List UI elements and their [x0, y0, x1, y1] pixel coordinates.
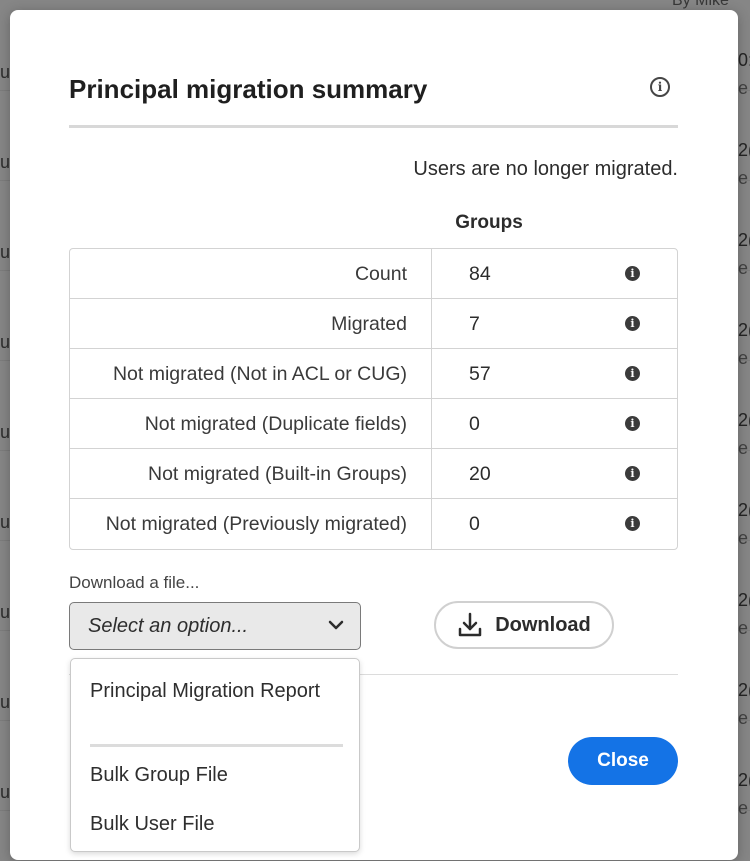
close-button[interactable]: Close — [568, 737, 678, 785]
file-type-select[interactable]: Select an option... — [69, 602, 361, 650]
menu-divider — [90, 744, 343, 747]
info-icon[interactable]: i — [625, 516, 640, 531]
row-label: Not migrated (Built-in Groups) — [70, 449, 432, 498]
row-value-cell: 20 i — [432, 449, 677, 498]
download-icon — [458, 612, 482, 637]
table-row: Migrated 7 i — [70, 299, 677, 349]
menu-item-principal-migration-report[interactable]: Principal Migration Report — [90, 677, 340, 705]
migration-summary-dialog: Principal migration summary i Users are … — [10, 10, 738, 860]
menu-item-bulk-group-file[interactable]: Bulk Group File — [90, 761, 340, 789]
info-icon[interactable]: i — [650, 77, 670, 97]
row-value: 0 — [469, 513, 480, 535]
row-value: 84 — [469, 263, 491, 285]
table-row: Not migrated (Built-in Groups) 20 i — [70, 449, 677, 499]
summary-table: Count 84 i Migrated 7 i Not migrated (No… — [69, 248, 678, 550]
table-row: Not migrated (Previously migrated) 0 i — [70, 499, 677, 549]
info-icon[interactable]: i — [625, 416, 640, 431]
chevron-down-icon — [328, 620, 344, 630]
info-icon[interactable]: i — [625, 466, 640, 481]
row-label: Not migrated (Duplicate fields) — [70, 399, 432, 448]
dialog-title: Principal migration summary — [69, 74, 428, 104]
row-value-cell: 84 i — [432, 249, 677, 298]
row-value: 57 — [469, 363, 491, 385]
row-label: Not migrated (Not in ACL or CUG) — [70, 349, 432, 398]
info-icon[interactable]: i — [625, 316, 640, 331]
download-button[interactable]: Download — [434, 601, 614, 649]
download-button-label: Download — [495, 613, 591, 636]
row-value: 20 — [469, 463, 491, 485]
title-divider — [69, 125, 678, 128]
row-label: Not migrated (Previously migrated) — [70, 499, 432, 549]
select-placeholder: Select an option... — [88, 615, 249, 637]
row-value-cell: 57 i — [432, 349, 677, 398]
row-value: 0 — [469, 413, 480, 435]
download-field-label: Download a file... — [69, 573, 200, 592]
row-value-cell: 0 i — [432, 399, 677, 448]
table-row: Not migrated (Not in ACL or CUG) 57 i — [70, 349, 677, 399]
info-icon[interactable]: i — [625, 366, 640, 381]
row-label: Migrated — [70, 299, 432, 348]
row-value-cell: 0 i — [432, 499, 677, 549]
menu-item-bulk-user-file[interactable]: Bulk User File — [90, 810, 340, 838]
table-row: Not migrated (Duplicate fields) 0 i — [70, 399, 677, 449]
row-label: Count — [70, 249, 432, 298]
table-row: Count 84 i — [70, 249, 677, 299]
row-value-cell: 7 i — [432, 299, 677, 348]
groups-column-header: Groups — [455, 212, 523, 233]
info-icon[interactable]: i — [625, 266, 640, 281]
row-value: 7 — [469, 313, 480, 335]
file-type-menu: Principal Migration Report Bulk Group Fi… — [70, 658, 360, 852]
migration-note: Users are no longer migrated. — [413, 158, 678, 180]
